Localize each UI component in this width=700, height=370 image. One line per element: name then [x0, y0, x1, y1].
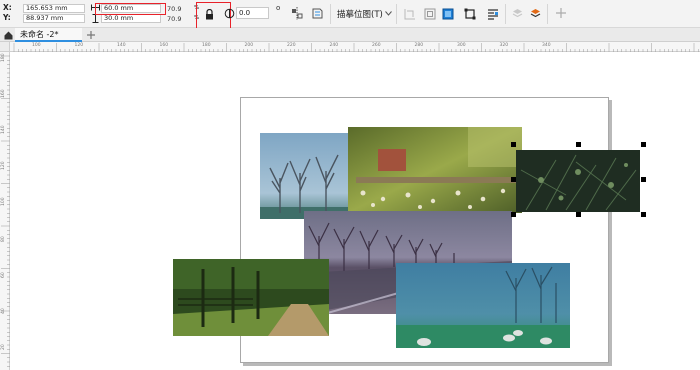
ruler-number: 100 — [1, 197, 6, 206]
add-button[interactable] — [555, 7, 567, 19]
ruler-ticks — [13, 43, 699, 52]
chevron-down-icon[interactable] — [384, 9, 392, 17]
ruler-number: 140 — [117, 43, 126, 48]
bitmap-bounding-box-button[interactable] — [463, 6, 477, 21]
horizontal-ruler[interactable]: 100 120 140 160 180 200 220 240 260 280 300 320 340 — [0, 42, 700, 52]
plus-icon — [87, 31, 95, 39]
text-wrap-icon — [488, 8, 498, 20]
ruler-ticks — [1, 55, 10, 367]
toolbar-divider — [505, 4, 506, 24]
photo-dark-foliage-selected[interactable] — [516, 150, 640, 212]
selection-handle-middle-left[interactable] — [511, 177, 516, 182]
scale-x-value[interactable]: 70.9 — [167, 5, 181, 13]
object-height-field[interactable]: 30.0 mm — [101, 14, 161, 23]
arrange-button[interactable] — [529, 6, 541, 21]
rotation-angle-field[interactable]: 0.0 — [236, 7, 269, 19]
ruler-number: 260 — [372, 43, 381, 48]
ruler-number: 80 — [1, 236, 6, 242]
y-position-field[interactable]: 88.937 mm — [23, 14, 85, 23]
toolbar-divider — [330, 4, 331, 24]
photo-foggy-trees[interactable] — [260, 133, 352, 219]
ruler-number: 120 — [1, 161, 6, 170]
layers-icon — [512, 9, 522, 18]
ruler-number: 160 — [159, 43, 169, 48]
crop-bitmap-icon — [404, 8, 415, 19]
bounding-box-icon — [464, 8, 476, 19]
new-tab-button[interactable] — [86, 30, 96, 40]
mirror-icon — [292, 7, 303, 20]
ruler-number: 20 — [1, 344, 6, 350]
width-field-highlight — [95, 3, 166, 15]
rotation-icon — [223, 7, 235, 20]
photo-forest-path[interactable] — [173, 259, 329, 336]
photo-flower-garden[interactable] — [348, 127, 522, 213]
ruler-number: 200 — [244, 43, 254, 48]
ruler-number: 240 — [329, 43, 339, 48]
ruler-number: 280 — [414, 43, 424, 48]
toolbar-divider — [396, 4, 397, 24]
selection-handle-middle-right[interactable] — [641, 177, 646, 182]
trace-bitmap-menu[interactable]: 描摹位图(T) — [337, 8, 383, 20]
drawing-canvas[interactable] — [11, 53, 700, 370]
ruler-number: 180 — [1, 53, 6, 62]
home-icon[interactable] — [3, 30, 13, 40]
flip-button[interactable] — [311, 6, 325, 21]
ruler-number: 160 — [1, 89, 6, 98]
flip-icon — [312, 8, 323, 19]
ruler-number: 60 — [1, 272, 6, 278]
ruler-number: 140 — [1, 125, 6, 134]
x-label: X: — [3, 3, 12, 12]
ruler-number: 180 — [202, 43, 211, 48]
document-tab-bar: 未命名 -2* — [0, 28, 700, 42]
x-position-field[interactable]: 165.653 mm — [23, 4, 85, 13]
selection-handle-bottom-middle[interactable] — [576, 212, 581, 217]
y-label: Y: — [3, 13, 11, 22]
edit-bitmap-icon — [442, 8, 454, 19]
resample-icon — [424, 8, 436, 19]
ruler-number: 40 — [1, 308, 6, 314]
scale-y-value[interactable]: 70.9 — [167, 15, 181, 23]
ruler-number: 100 — [32, 43, 41, 48]
vertical-ruler[interactable]: 180 160 140 120 100 80 60 40 20 — [0, 52, 10, 370]
plus-icon — [556, 8, 566, 18]
mirror-button[interactable] — [290, 6, 304, 21]
selection-handle-bottom-left[interactable] — [511, 212, 516, 217]
document-tab[interactable]: 未命名 -2* — [15, 28, 82, 42]
crop-bitmap-button[interactable] — [403, 6, 417, 21]
selection-handle-top-left[interactable] — [511, 142, 516, 147]
ruler-number: 120 — [74, 43, 84, 48]
ruler-number: 340 — [542, 43, 551, 48]
selection-handle-top-middle[interactable] — [576, 142, 581, 147]
document-tab-label: 未命名 -2* — [20, 30, 59, 39]
ruler-number: 320 — [499, 43, 509, 48]
ruler-origin-corner[interactable] — [0, 42, 10, 52]
property-bar: X: Y: 165.653 mm 88.937 mm 60.0 mm 30.0 … — [0, 0, 700, 35]
resample-button[interactable] — [423, 6, 437, 21]
arrange-icon — [530, 9, 540, 18]
text-wrap-button[interactable] — [486, 6, 500, 21]
selection-handle-top-right[interactable] — [641, 142, 646, 147]
selection-handle-bottom-right[interactable] — [641, 212, 646, 217]
layers-button[interactable] — [511, 6, 523, 21]
coreldraw-window: X: Y: 165.653 mm 88.937 mm 60.0 mm 30.0 … — [0, 0, 700, 370]
edit-bitmap-button[interactable] — [441, 6, 455, 21]
photo-sheep-meadow[interactable] — [396, 263, 570, 348]
ruler-number: 220 — [287, 43, 296, 48]
degree-symbol: o — [276, 4, 281, 12]
toolbar-divider — [547, 4, 548, 24]
ruler-number: 300 — [457, 43, 466, 48]
